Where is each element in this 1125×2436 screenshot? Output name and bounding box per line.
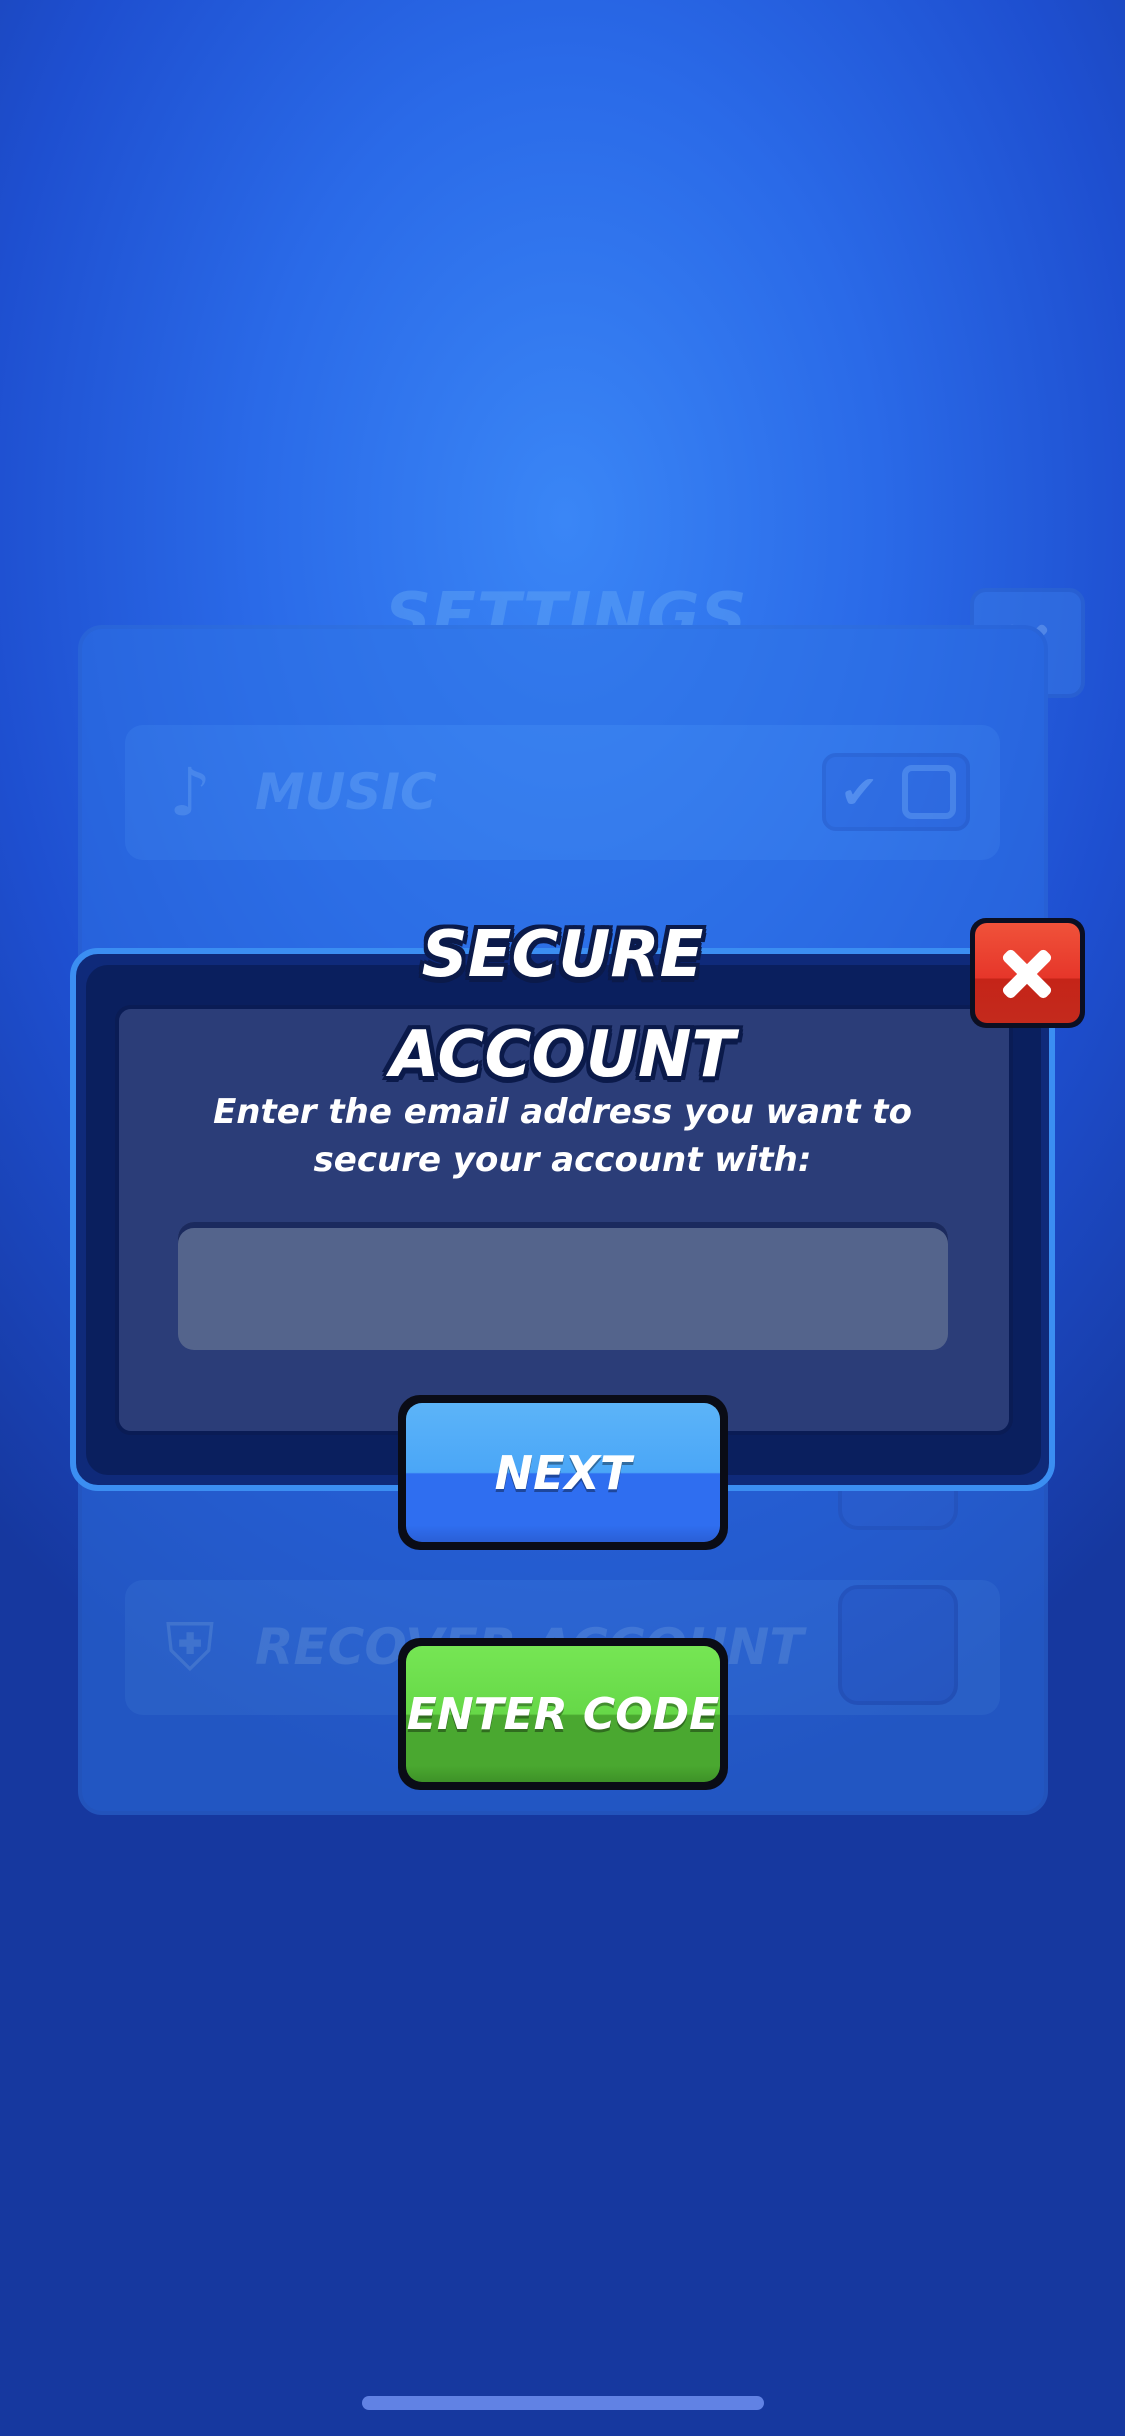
recover-account-lock-icon [838,1585,958,1705]
next-button-label: NEXT [406,1403,720,1542]
enter-code-button[interactable]: ENTER CODE [398,1638,728,1790]
email-prompt: Enter the email address you want to secu… [213,1092,912,1180]
modal-title: SECURE ACCOUNT [389,918,736,1092]
shield-icon: ⛨ [165,1609,215,1686]
music-note-icon: ♪ [168,754,212,831]
next-button[interactable]: NEXT [398,1395,728,1550]
enter-code-button-label: ENTER CODE [406,1646,720,1782]
close-button[interactable] [970,918,1085,1028]
settings-row-music: ♪ MUSIC ✔ [125,725,1000,860]
check-icon: ✔ [840,765,879,819]
email-input[interactable] [178,1222,948,1350]
toggle-knob [902,765,956,819]
close-icon [975,923,1080,1023]
home-indicator[interactable] [362,2396,764,2410]
music-toggle: ✔ [822,753,970,831]
settings-row-label: MUSIC [255,763,437,821]
